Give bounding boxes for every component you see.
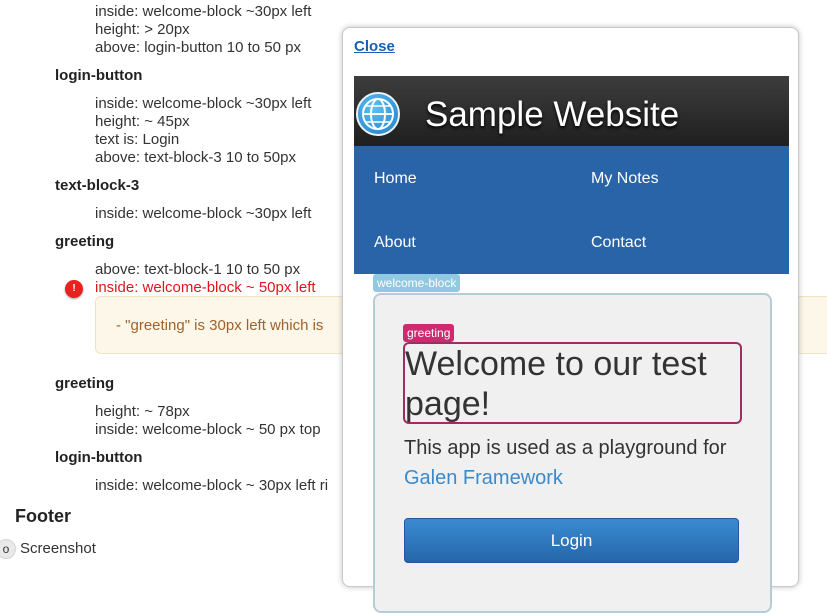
intro-text-body: This app is used as a playground for	[404, 437, 727, 459]
welcome-block-highlight-label: welcome-block	[373, 274, 461, 292]
greeting-highlight-label: greeting	[403, 324, 455, 342]
spec-line: inside: welcome-block ~30px left	[95, 205, 312, 222]
page-screenshot: Sample Website Home My Notes About Conta…	[354, 76, 789, 613]
globe-icon	[356, 92, 400, 136]
spec-line: inside: welcome-block ~ 30px left ri	[95, 477, 329, 494]
spec-line: above: text-block-1 10 to 50 px	[95, 261, 301, 278]
spec-line: text is: Login	[95, 131, 180, 148]
screenshot-popup: Close Sample Website Home My Notes About…	[342, 27, 799, 613]
object-name-greeting[interactable]: greeting	[55, 233, 114, 251]
login-button[interactable]: Login	[404, 518, 739, 563]
footer-section-title[interactable]: Footer	[15, 506, 71, 527]
object-name-login-button[interactable]: login-button	[55, 67, 142, 85]
nav-about[interactable]: About	[374, 234, 416, 252]
nav-my-notes[interactable]: My Notes	[591, 170, 659, 188]
spec-line: height: > 20px	[95, 21, 190, 38]
site-nav: Home My Notes About Contact	[354, 146, 789, 274]
spec-line: inside: welcome-block ~30px left	[95, 3, 312, 20]
object-name-login-button[interactable]: login-button	[55, 449, 142, 467]
spec-line-failed[interactable]: inside: welcome-block ~ 50px left	[95, 279, 316, 297]
nav-contact[interactable]: Contact	[591, 234, 646, 252]
object-name-greeting[interactable]: greeting	[55, 375, 114, 393]
error-icon: !	[65, 280, 83, 298]
expand-toggle-icon[interactable]: o	[0, 539, 16, 559]
spec-line: above: text-block-3 10 to 50px	[95, 149, 296, 166]
galen-framework-link[interactable]: Galen Framework	[404, 467, 563, 489]
screenshot-label[interactable]: Screenshot	[20, 540, 96, 557]
greeting-heading: Welcome to our test page!	[405, 345, 707, 423]
spec-line: inside: welcome-block ~ 50 px top	[95, 421, 321, 438]
spec-line: inside: welcome-block ~30px left	[95, 95, 312, 112]
intro-text: This app is used as a playground for Gal…	[404, 433, 749, 493]
error-message: - "greeting" is 30px left which is	[116, 317, 324, 334]
site-title: Sample Website	[425, 95, 680, 134]
site-header: Sample Website	[354, 76, 789, 146]
close-link[interactable]: Close	[354, 38, 395, 55]
spec-line: height: ~ 78px	[95, 403, 190, 420]
spec-line: above: login-button 10 to 50 px	[95, 39, 301, 56]
spec-line: height: ~ 45px	[95, 113, 190, 130]
nav-home[interactable]: Home	[374, 170, 417, 188]
object-name-text-block-3[interactable]: text-block-3	[55, 177, 139, 195]
